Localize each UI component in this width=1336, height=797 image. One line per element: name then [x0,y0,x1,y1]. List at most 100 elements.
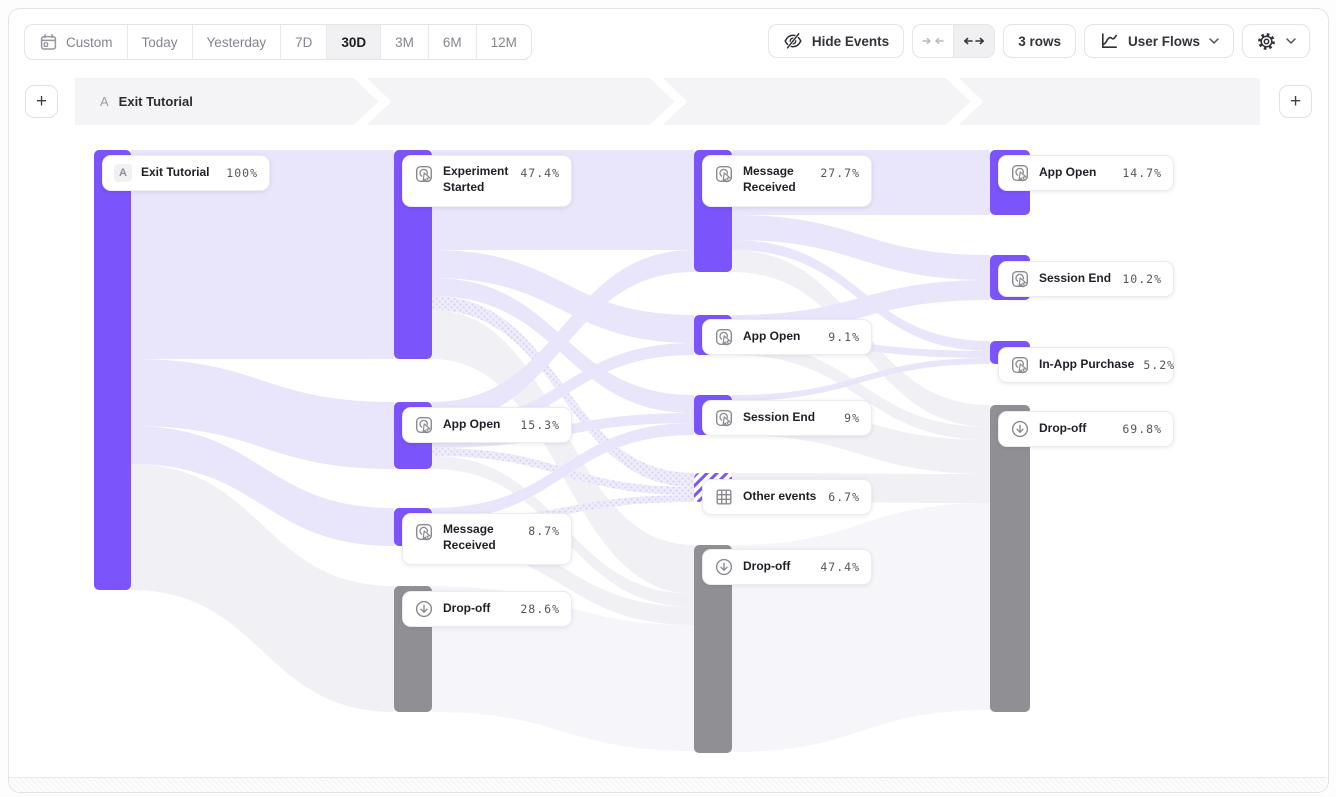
node-percent: 10.2% [1122,272,1162,286]
collapse-width-button[interactable] [913,25,953,57]
event-icon [714,164,734,184]
settings-button[interactable] [1242,24,1310,58]
event-icon [1010,269,1030,289]
node-percent: 47.4% [520,166,560,180]
step-a-label[interactable]: A Exit Tutorial [100,78,193,125]
date-range-label: Custom [66,35,113,50]
toolbar-right: Hide Events 3 rows [768,24,1310,58]
date-range-label: Yesterday [207,35,267,50]
date-range-3m[interactable]: 3M [381,25,429,59]
flow-step-banner: A Exit Tutorial [75,78,1260,125]
calendar-icon [39,33,58,52]
node-badge: A [114,164,132,182]
date-range-12m[interactable]: 12M [477,25,531,59]
event-icon [414,522,434,542]
hide-events-button[interactable]: Hide Events [768,24,904,58]
date-range-6m[interactable]: 6M [429,25,477,59]
node-label: Drop-off [743,559,790,575]
event-icon [414,164,434,184]
flow-node-drop-off-3[interactable]: Drop-off 47.4% [702,549,872,585]
event-icon [1010,355,1030,375]
node-label: Session End [1039,271,1111,287]
date-range-today[interactable]: Today [128,25,193,59]
expand-width-button[interactable] [953,25,994,57]
drop-off-icon [1010,419,1030,439]
hide-events-label: Hide Events [812,34,889,49]
event-icon [714,408,734,428]
view-selector-button[interactable]: User Flows [1084,24,1234,58]
node-label: Experiment Started [443,164,511,195]
flow-bar-exit-tutorial[interactable] [94,150,131,590]
other-events-icon [714,487,734,507]
node-percent: 9.1% [828,330,860,344]
date-range-custom[interactable]: Custom [25,25,128,59]
node-percent: 100% [226,166,258,180]
flow-link-drop-off-3-to-drop-off-4 [732,503,990,752]
chevron-down-icon [1286,38,1296,44]
event-icon [1010,163,1030,183]
rows-button[interactable]: 3 rows [1003,24,1076,58]
chevron-down-icon [1209,38,1219,44]
node-label: Other events [743,489,816,505]
flow-node-app-open-4[interactable]: App Open 14.7% [998,155,1174,191]
footer-resize-strip [9,777,1326,792]
flow-node-exit-tutorial[interactable]: A Exit Tutorial 100% [102,155,270,191]
date-range-label: 3M [395,35,414,50]
width-toggle-group [912,24,995,58]
node-percent: 28.6% [520,602,560,616]
add-step-right-button[interactable]: + [1279,85,1312,118]
flow-node-drop-off-4[interactable]: Drop-off 69.8% [998,411,1174,447]
node-label: App Open [443,417,500,433]
node-label: Message Received [443,522,519,553]
event-icon [414,415,434,435]
node-percent: 8.7% [528,524,560,538]
node-percent: 9% [844,411,860,425]
eye-off-icon [783,31,803,51]
flow-node-session-end-3[interactable]: Session End 9% [702,400,872,436]
add-step-left-button[interactable]: + [25,85,58,118]
event-icon [714,327,734,347]
node-label: Session End [743,410,815,426]
date-range-label: 6M [443,35,462,50]
node-label: Message Received [743,164,811,195]
drop-off-icon [714,557,734,577]
flow-bar-drop-off-4[interactable] [990,405,1030,712]
drop-off-icon [414,599,434,619]
flow-node-experiment-started[interactable]: Experiment Started 47.4% [402,155,572,207]
step-chevron-separators [75,78,1260,125]
flow-node-app-open-3[interactable]: App Open 9.1% [702,319,872,355]
step-badge: A [100,94,109,109]
flow-node-session-end-4[interactable]: Session End 10.2% [998,261,1174,297]
node-label: App Open [1039,165,1096,181]
gear-icon [1256,31,1277,52]
node-percent: 5.2% [1143,358,1175,372]
flow-chart-icon [1099,31,1119,51]
flow-node-message-received-2[interactable]: Message Received 8.7% [402,513,572,565]
node-label: App Open [743,329,800,345]
rows-label: 3 rows [1018,34,1061,49]
node-label: Drop-off [443,601,490,617]
node-label: Exit Tutorial [141,165,209,181]
flow-node-drop-off-2[interactable]: Drop-off 28.6% [402,591,572,627]
node-percent: 15.3% [520,418,560,432]
view-selector-label: User Flows [1128,34,1200,49]
flow-node-message-received-3[interactable]: Message Received 27.7% [702,155,872,207]
node-percent: 14.7% [1122,166,1162,180]
step-title: Exit Tutorial [119,94,193,109]
flow-node-in-app-purchase-4[interactable]: In-App Purchase 5.2% [998,347,1174,383]
arrows-inward-icon [921,35,945,47]
date-range-label: 30D [341,35,366,50]
node-label: In-App Purchase [1039,357,1134,373]
date-range-yesterday[interactable]: Yesterday [193,25,282,59]
date-range-label: 7D [295,35,312,50]
node-percent: 27.7% [820,166,860,180]
date-range-30d[interactable]: 30D [327,25,381,59]
arrows-outward-icon [962,35,986,47]
node-label: Drop-off [1039,421,1086,437]
date-range-7d[interactable]: 7D [281,25,327,59]
flow-node-other-events-3[interactable]: Other events6.7% [702,479,872,515]
node-percent: 69.8% [1122,422,1162,436]
date-range-label: 12M [491,35,517,50]
flow-node-app-open-2[interactable]: App Open 15.3% [402,407,572,443]
node-percent: 47.4% [820,560,860,574]
